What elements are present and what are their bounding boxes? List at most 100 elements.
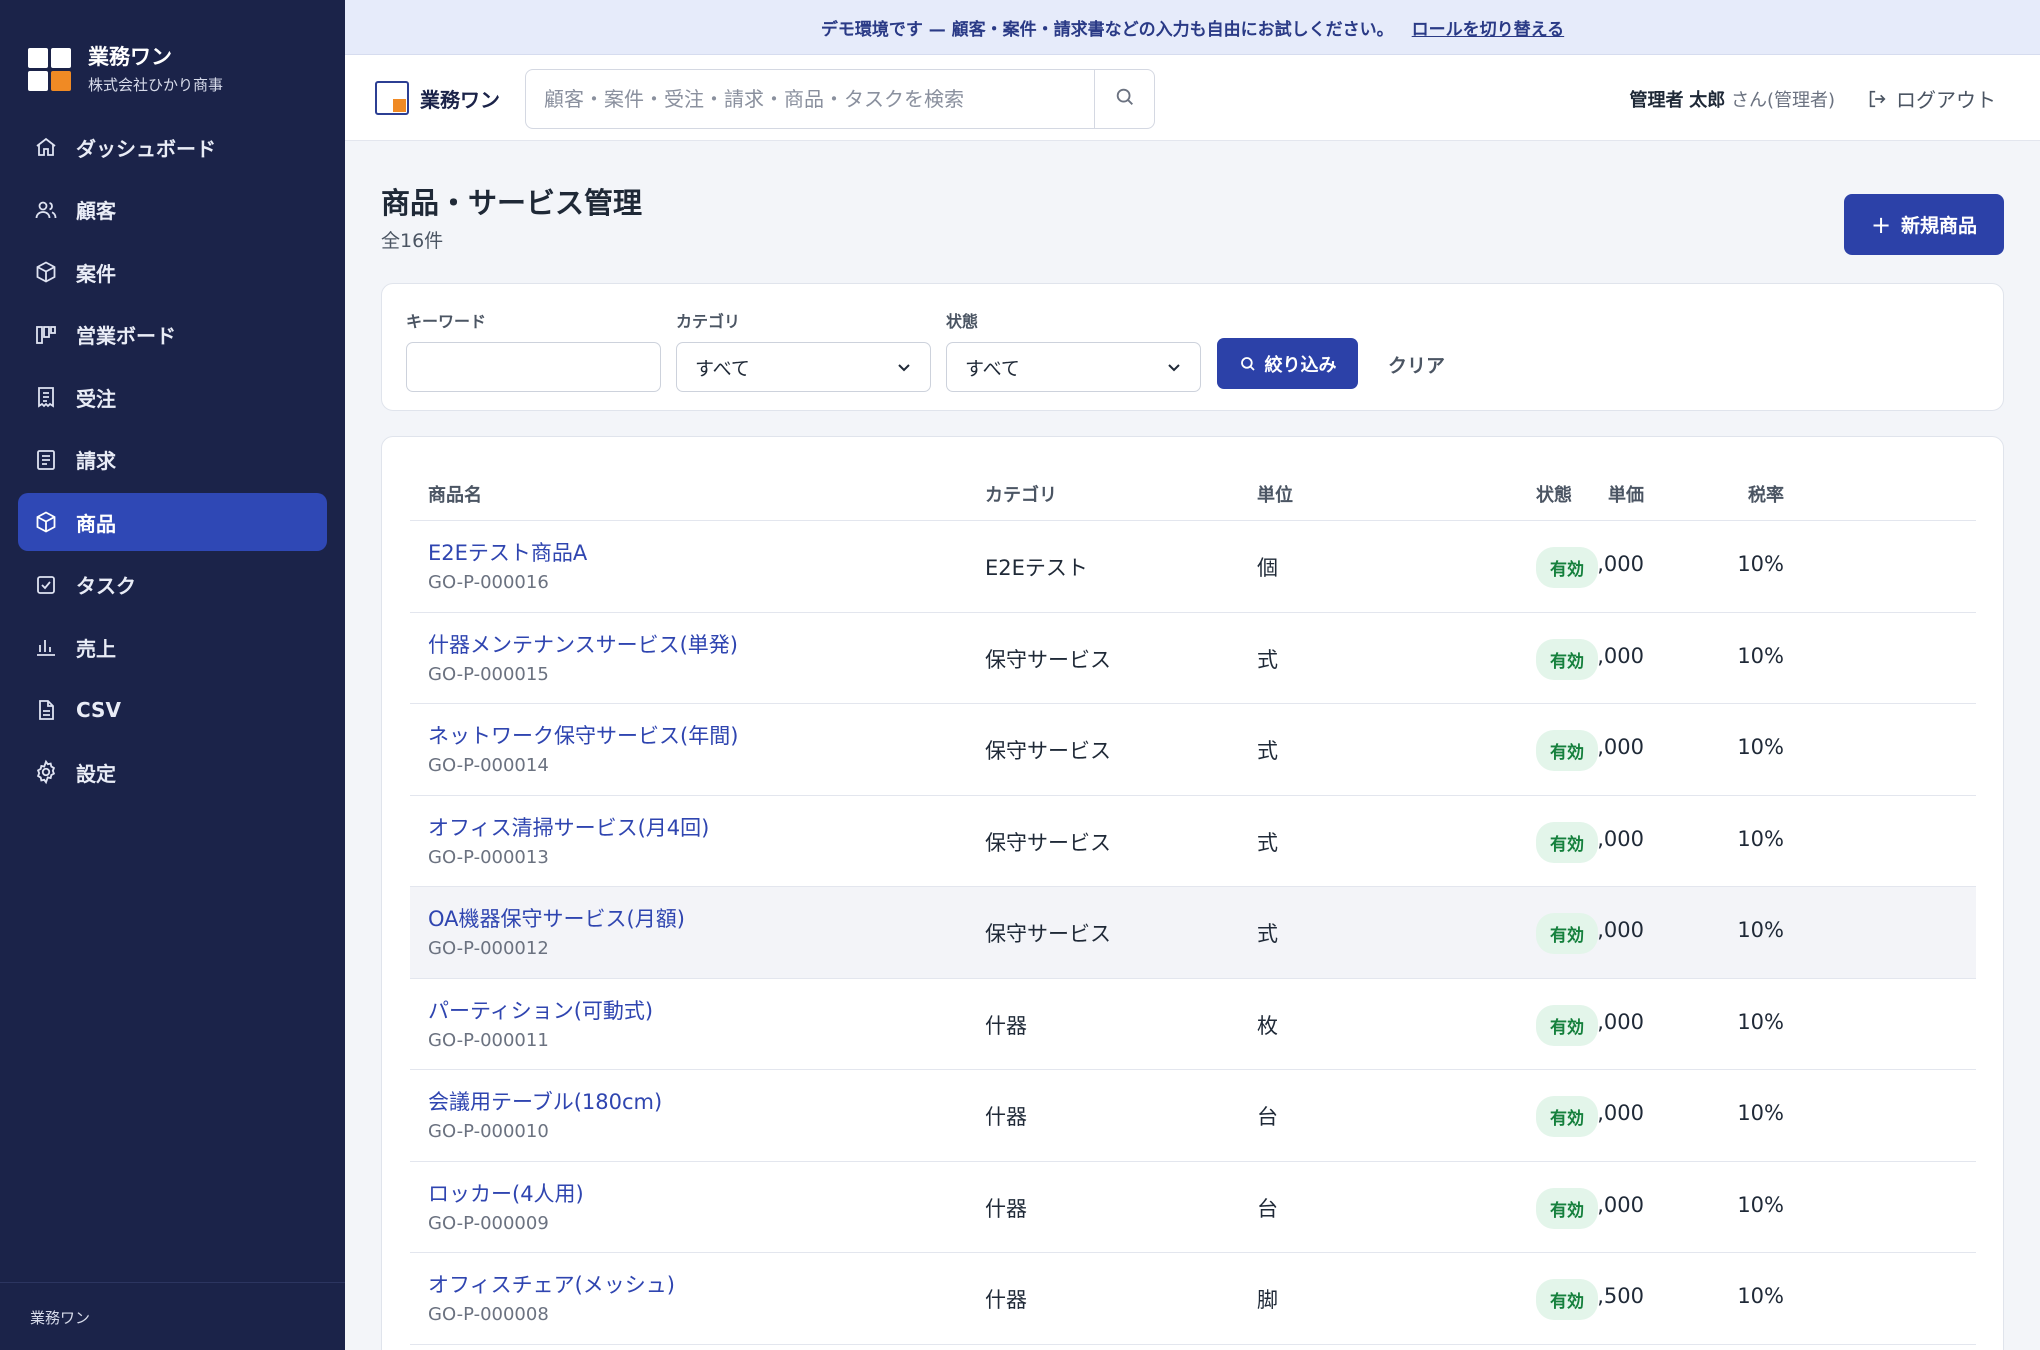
keyword-filter: キーワード: [406, 308, 661, 392]
product-code: GO-P-000015: [428, 663, 549, 685]
sidebar-item-label: CSV: [76, 697, 121, 722]
user-suffix: さん(管理者): [1730, 90, 1835, 111]
search-input[interactable]: [526, 70, 1094, 128]
table-row[interactable]: パーティション(可動式) GO-P-000011 什器枚 ¥21,000 10% 有効: [410, 979, 1976, 1070]
column-header-name[interactable]: 商品名: [428, 481, 482, 507]
product-category: 保守サービス: [985, 830, 1111, 855]
category-filter: カテゴリ すべて: [676, 308, 931, 392]
product-name-link[interactable]: ロッカー(4人用): [428, 1178, 584, 1208]
product-name-link[interactable]: ネットワーク保守サービス(年間): [428, 720, 738, 750]
table-row[interactable]: 什器メンテナンスサービス(単発) GO-P-000015 保守サービス式 ¥12,00…: [410, 613, 1976, 704]
filter-panel: キーワード カテゴリ すべて 状態 すべて 絞り込み クリア: [381, 283, 2004, 411]
product-code: GO-P-000008: [428, 1304, 549, 1325]
table-row[interactable]: ネットワーク保守サービス(年間)GO-P-000014保守サービス式¥240,0…: [410, 704, 1976, 796]
product-unit: 式: [1257, 739, 1278, 763]
product-name-link[interactable]: オフィスチェア(メッシュ): [428, 1269, 675, 1299]
product-unit: 台: [1257, 1105, 1278, 1129]
apply-filter-button[interactable]: 絞り込み: [1217, 338, 1358, 389]
sidebar-item-sales-board[interactable]: 営業ボード: [18, 306, 327, 364]
product-unit: 台: [1257, 1196, 1278, 1221]
header-brand[interactable]: 業務ワン: [375, 81, 500, 115]
product-tax-rate: 10%: [1737, 1101, 1784, 1125]
home-icon: [33, 134, 59, 160]
product-unit: 式: [1257, 830, 1278, 855]
product-code: GO-P-000013: [428, 846, 549, 868]
table-body: E2Eテスト商品A GO-P-000016 E2Eテスト個 ¥1,000 10% 有効什器…: [410, 521, 1976, 1345]
product-tax-rate: 10%: [1737, 918, 1784, 942]
status-badge: 有効: [1536, 821, 1598, 863]
clear-filter-button[interactable]: クリア: [1388, 351, 1445, 378]
sidebar-item-label: 顧客: [76, 199, 116, 223]
header-brand-name: 業務ワン: [420, 87, 500, 112]
sidebar-item-dashboard[interactable]: ダッシュボード: [18, 118, 327, 176]
new-product-button[interactable]: + 新規商品: [1844, 194, 2004, 255]
product-name-link[interactable]: OA機器保守サービス(月額): [428, 903, 685, 933]
file-icon: [33, 697, 59, 723]
product-tax-rate: 10%: [1737, 735, 1784, 759]
sidebar-item-label: 営業ボード: [76, 324, 176, 348]
product-code: GO-P-000012: [428, 938, 549, 959]
sidebar-item-customers[interactable]: 顧客: [18, 181, 327, 239]
column-header-tax[interactable]: 税率: [1748, 481, 1784, 507]
keyword-input[interactable]: [406, 342, 661, 392]
product-unit: 個: [1257, 556, 1278, 580]
sidebar-item-invoices[interactable]: 請求: [18, 431, 327, 489]
column-header-price[interactable]: 単価: [1608, 481, 1644, 507]
column-header-status[interactable]: 状態: [1536, 481, 1572, 507]
status-badge: 有効: [1536, 1279, 1598, 1320]
sidebar-item-deals[interactable]: 案件: [18, 243, 327, 301]
product-name-link[interactable]: オフィス清掃サービス(月4回): [428, 812, 709, 842]
sidebar-item-label: 受注: [76, 386, 116, 411]
column-header-unit[interactable]: 単位: [1257, 481, 1293, 507]
demo-banner: デモ環境です — 顧客・案件・請求書などの入力も自由にお試しください。 ロールを…: [345, 0, 2040, 55]
receipt-icon: [33, 384, 59, 410]
product-name-link[interactable]: パーティション(可動式): [428, 995, 653, 1025]
table-row[interactable]: OA機器保守サービス(月額) GO-P-000012 保守サービス式 ¥15,000 1…: [410, 887, 1976, 979]
product-name-link[interactable]: E2Eテスト商品A: [428, 537, 587, 567]
product-name-link[interactable]: 什器メンテナンスサービス(単発): [428, 629, 738, 659]
sidebar-item-tasks[interactable]: タスク: [18, 556, 327, 614]
sidebar-item-revenue[interactable]: 売上: [18, 618, 327, 676]
table-row[interactable]: E2Eテスト商品A GO-P-000016 E2Eテスト個 ¥1,000 10% 有効: [410, 521, 1976, 613]
status-badge: 有効: [1536, 638, 1598, 680]
chevron-down-icon: [1166, 359, 1182, 375]
column-header-category[interactable]: カテゴリ: [985, 481, 1057, 507]
category-select[interactable]: すべて: [676, 342, 931, 392]
sidebar-item-label: タスク: [76, 574, 136, 598]
sidebar-nav: ダッシュボード 顧客 案件 営業ボード 受注 請求 商品 タスク 売上 CSV …: [0, 118, 345, 801]
sidebar-brand[interactable]: 業務ワン 株式会社ひかり商事: [0, 0, 345, 110]
products-table-card: 商品名 カテゴリ 単位 単価 税率 状態 E2Eテスト商品A GO-P-00001…: [381, 436, 2004, 1350]
cube-icon: [33, 509, 59, 535]
logout-icon: [1866, 88, 1888, 110]
checkbox-icon: [33, 572, 59, 598]
app-logo-icon: [28, 47, 71, 91]
product-name-link[interactable]: 会議用テーブル(180cm): [428, 1086, 662, 1116]
product-category: 保守サービス: [985, 922, 1111, 946]
category-label: カテゴリ: [676, 312, 741, 331]
status-select[interactable]: すべて: [946, 342, 1201, 392]
record-count: 全16件: [381, 230, 444, 252]
table-row[interactable]: 会議用テーブル(180cm) GO-P-000010 什器台 ¥58,000 10% 有効: [410, 1070, 1976, 1162]
product-status-cell: 有効: [1536, 1096, 1598, 1137]
product-unit: 式: [1257, 922, 1278, 946]
table-row[interactable]: オフィス清掃サービス(月4回) GO-P-000013 保守サービス式 ¥28,000…: [410, 796, 1976, 887]
plus-icon: +: [1870, 210, 1892, 239]
product-status-cell: 有効: [1536, 1004, 1598, 1046]
product-tax-rate: 10%: [1737, 1192, 1784, 1217]
logout-button[interactable]: ログアウト: [1866, 84, 1996, 113]
sidebar-item-label: ダッシュボード: [76, 136, 216, 161]
sidebar-item-products[interactable]: 商品: [18, 493, 327, 551]
table-row[interactable]: ロッカー(4人用) GO-P-000009 什器台 ¥45,000 10% 有効: [410, 1162, 1976, 1253]
product-tax-rate: 10%: [1737, 826, 1784, 851]
switch-role-link[interactable]: ロールを切り替える: [1412, 15, 1565, 40]
table-row[interactable]: オフィスチェア(メッシュ) GO-P-000008 什器脚 ¥18,500 10% 有効: [410, 1253, 1976, 1345]
sidebar-item-csv[interactable]: CSV: [18, 681, 327, 739]
product-status-cell: 有効: [1536, 638, 1598, 680]
app-name: 業務ワン: [88, 44, 172, 69]
keyword-label: キーワード: [406, 312, 487, 331]
search-button[interactable]: [1094, 70, 1154, 128]
sidebar-item-settings[interactable]: 設定: [18, 743, 327, 801]
sidebar-item-orders[interactable]: 受注: [18, 368, 327, 426]
category-selected-value: すべて: [695, 357, 750, 380]
product-code: GO-P-000010: [428, 1121, 549, 1142]
